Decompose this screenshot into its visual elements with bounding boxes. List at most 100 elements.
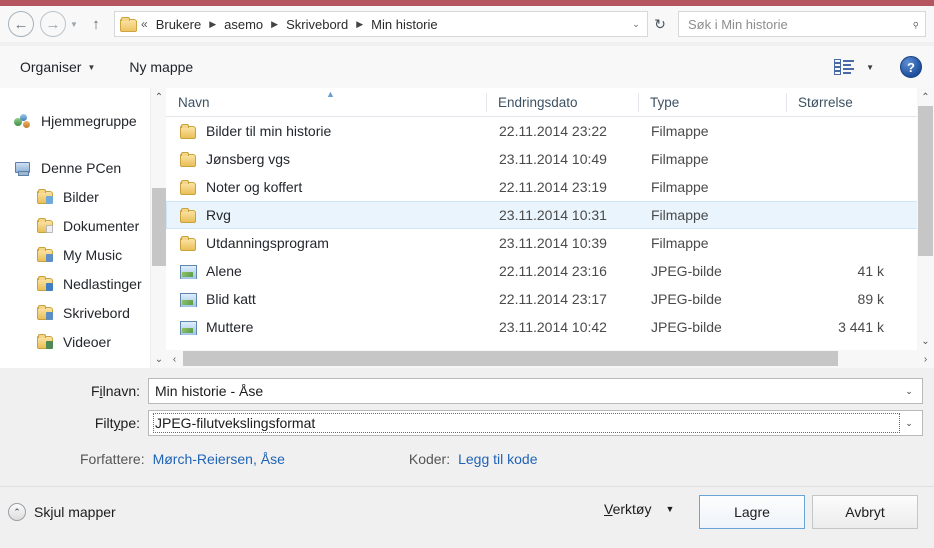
sidebar-item-my-music[interactable]: My Music (0, 240, 166, 269)
scroll-up-icon[interactable]: ⌃ (917, 88, 934, 106)
horizontal-scrollbar-track[interactable] (183, 350, 917, 368)
arrow-left-icon: ← (13, 15, 29, 33)
file-type: Filmappe (651, 207, 709, 223)
chevron-down-icon: ▼ (665, 504, 675, 514)
breadcrumb-overflow-icon[interactable]: « (141, 17, 148, 31)
scroll-down-icon[interactable]: ⌄ (151, 350, 166, 368)
sidebar-item-bilder[interactable]: Bilder (0, 182, 166, 211)
breadcrumb-item-brukere[interactable]: Brukere (154, 16, 204, 33)
column-header-endringsdato[interactable]: Endringsdato (486, 88, 638, 117)
address-bar[interactable]: « Brukere ▶ asemo ▶ Skrivebord ▶ Min his… (114, 11, 648, 37)
scroll-down-icon[interactable]: ⌄ (917, 332, 934, 350)
sidebar-item-skrivebord[interactable]: Skrivebord (0, 298, 166, 327)
column-header-label: Størrelse (798, 94, 853, 110)
breadcrumb-item-asemo[interactable]: asemo (222, 16, 265, 33)
sidebar-item-label: Bilder (63, 188, 99, 205)
tools-button[interactable]: Verktøy ▼ (604, 501, 674, 517)
metadata-row: Forfattere: Mørch-Reiersen, Åse Koder: L… (0, 446, 934, 472)
refresh-icon[interactable]: ↻ (648, 16, 672, 33)
back-button[interactable]: ← (8, 11, 34, 37)
documents-folder-icon (36, 217, 54, 234)
sidebar-item-videoer[interactable]: Videoer (0, 327, 166, 356)
change-view-button[interactable]: ▼ (826, 55, 882, 79)
chevron-right-icon[interactable]: ▶ (356, 19, 363, 30)
filetype-value[interactable]: JPEG-filutvekslingsformat (153, 413, 900, 433)
vertical-scrollbar-thumb[interactable] (918, 106, 933, 256)
authors-value[interactable]: Mørch-Reiersen, Åse (153, 451, 285, 467)
sidebar-item-hjemmegruppe[interactable]: Hjemmegruppe (0, 106, 166, 135)
sidebar-item-denne-pcen[interactable]: Denne PCen (0, 153, 166, 182)
save-button-label: Lagre (734, 504, 770, 520)
search-box[interactable]: Søk i Min historie ⌕ (678, 11, 926, 37)
hide-folders-button[interactable]: ⌃ Skjul mapper (8, 503, 116, 521)
file-list-horizontal-scrollbar[interactable]: ‹ › (166, 350, 934, 368)
scroll-right-icon[interactable]: › (917, 350, 934, 368)
tags-label: Koder: (408, 451, 451, 467)
table-row[interactable]: Blid katt 22.11.2014 23:17 JPEG-bilde 89… (166, 285, 934, 313)
help-button[interactable]: ? (900, 56, 922, 78)
up-one-level-button[interactable]: ↑ (84, 11, 108, 37)
chevron-right-icon[interactable]: ▶ (271, 19, 278, 30)
file-name: Blid katt (206, 291, 256, 307)
breadcrumb-item-min-historie[interactable]: Min historie (369, 16, 439, 33)
file-date: 23.11.2014 10:42 (499, 319, 607, 335)
new-folder-button[interactable]: Ny mappe (121, 55, 201, 79)
filename-row: Filnavn: Min historie - Åse ⌄ (0, 378, 934, 404)
authors-label: Forfattere: (80, 451, 145, 467)
column-header-label: Endringsdato (498, 94, 578, 110)
filetype-combobox[interactable]: JPEG-filutvekslingsformat ⌄ (148, 410, 923, 436)
table-row-selected[interactable]: Rvg 23.11.2014 10:31 Filmappe (166, 201, 934, 229)
search-input[interactable]: Søk i Min historie (688, 17, 912, 32)
sidebar-scrollbar-thumb[interactable] (152, 188, 166, 266)
filename-input[interactable]: Min historie - Åse (155, 383, 898, 399)
chevron-down-icon: ▼ (70, 19, 78, 29)
table-row[interactable]: Noter og koffert 22.11.2014 23:19 Filmap… (166, 173, 934, 201)
column-header-type[interactable]: Type (638, 88, 786, 117)
videos-folder-icon (36, 333, 54, 350)
scroll-up-icon[interactable]: ⌃ (151, 88, 166, 106)
table-row[interactable]: Jønsberg vgs 23.11.2014 10:49 Filmappe (166, 145, 934, 173)
browser-body: Hjemmegruppe Denne PCen Bilder Dokumente… (0, 88, 934, 368)
table-row[interactable]: Muttere 23.11.2014 10:42 JPEG-bilde 3 44… (166, 313, 934, 341)
desktop-folder-icon (36, 304, 54, 321)
filename-combobox[interactable]: Min historie - Åse ⌄ (148, 378, 923, 404)
sidebar-item-nedlastinger[interactable]: Nedlastinger (0, 269, 166, 298)
chevron-right-icon[interactable]: ▶ (209, 19, 216, 30)
file-list-pane: Navn ▲ Endringsdato Type Størrelse Bilde… (166, 88, 934, 368)
folder-icon (179, 179, 197, 195)
sidebar-item-label: My Music (63, 246, 123, 263)
file-name: Muttere (206, 319, 254, 335)
table-row[interactable]: Alene 22.11.2014 23:16 JPEG-bilde 41 k (166, 257, 934, 285)
column-header-storrelse[interactable]: Størrelse (786, 88, 891, 117)
file-type: JPEG-bilde (651, 263, 722, 279)
address-dropdown-icon[interactable]: ⌄ (627, 19, 645, 30)
folder-icon (179, 207, 197, 223)
add-tag-link[interactable]: Legg til kode (458, 451, 537, 467)
folder-icon (179, 235, 197, 251)
chevron-down-icon[interactable]: ⌄ (898, 386, 920, 397)
cancel-button[interactable]: Avbryt (812, 495, 918, 529)
chevron-down-icon[interactable]: ⌄ (898, 418, 920, 429)
sidebar-item-dokumenter[interactable]: Dokumenter (0, 211, 166, 240)
column-header-navn[interactable]: Navn ▲ (166, 88, 486, 117)
recent-locations-button[interactable]: ▼ (66, 11, 82, 37)
forward-button[interactable]: → (40, 11, 66, 37)
new-folder-label: Ny mappe (129, 59, 194, 75)
downloads-folder-icon (36, 275, 54, 292)
breadcrumb-item-skrivebord[interactable]: Skrivebord (284, 16, 350, 33)
scroll-left-icon[interactable]: ‹ (166, 350, 183, 368)
table-row[interactable]: Utdanningsprogram 23.11.2014 10:39 Filma… (166, 229, 934, 257)
column-header-label: Type (650, 94, 680, 110)
homegroup-icon (14, 113, 32, 129)
save-button[interactable]: Lagre (699, 495, 805, 529)
jpeg-image-icon (179, 264, 197, 279)
folder-icon (179, 123, 197, 139)
file-date: 22.11.2014 23:19 (499, 179, 607, 195)
table-row[interactable]: Bilder til min historie 22.11.2014 23:22… (166, 117, 934, 145)
file-date: 22.11.2014 23:16 (499, 263, 607, 279)
organize-button[interactable]: Organiser ▼ (12, 55, 103, 79)
horizontal-scrollbar-thumb[interactable] (183, 351, 838, 366)
sidebar-scrollbar[interactable]: ⌃ ⌄ (150, 88, 166, 368)
navigation-bar: ← → ▼ ↑ « Brukere ▶ asemo ▶ Skrivebord ▶… (0, 6, 934, 42)
file-list-vertical-scrollbar[interactable]: ⌃ ⌄ (917, 88, 934, 350)
